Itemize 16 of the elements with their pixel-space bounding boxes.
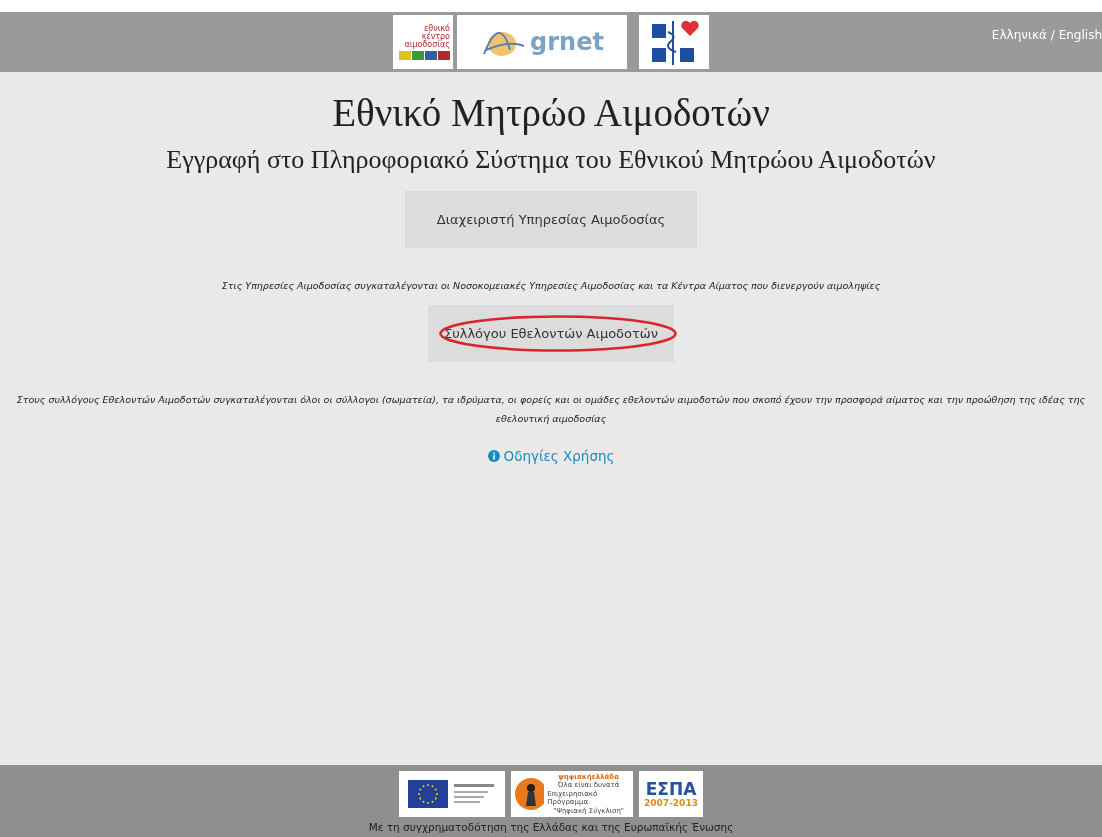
eu-flag-icon bbox=[408, 780, 496, 808]
registration-button[interactable]: Συλλόγου Εθελοντών Αιμοδοτών bbox=[428, 305, 674, 362]
logo-text: 2007-2013 bbox=[644, 798, 698, 808]
description-text: Στις Υπηρεσίες Αιμοδοσίας συγκαταλέγονται οι Νοσοκομειακές Υπηρεσίες Αιμοδοσίας και τα Κέντρα Αίματος που διενεργούν αιμοληψίες bbox=[221, 279, 881, 293]
cofunding-caption: Με τη συγχρηματοδότηση της Ελλάδας και της Ευρωπαϊκής Ένωσης bbox=[368, 821, 734, 833]
page-subtitle: Εγγραφή στο Πληροφοριακό Σύστημα του Εθνικού Μητρώου Αιμοδοτών bbox=[166, 145, 936, 175]
logo-text: grnet bbox=[530, 28, 604, 56]
logo-text: αιμοδοσίας bbox=[404, 40, 450, 49]
logo-text: κέντρο bbox=[421, 32, 450, 41]
color-squares-icon bbox=[399, 50, 450, 60]
logo-text: ΕΣΠΑ bbox=[645, 780, 697, 798]
registration-button[interactable]: Διαχειριστή Υπηρεσίας Αιμοδοσίας bbox=[404, 191, 698, 248]
logo-text: εθνικό bbox=[424, 24, 450, 33]
page-title: Εθνικό Μητρώο Αιμοδοτών bbox=[332, 90, 770, 135]
description-text: Στους συλλόγους Εθελοντών Αιμοδοτών συγκαταλέγονται όλοι οι σύλλογοι (σωματεία), τα ιδρύματα, οι φορείς και οι ομάδες εθελοντών αιμοδοτών που σκοπό έχουν την προσφορά αίματος και την προώθηση της ιδέας της εθελοντική αιμοδοσίας bbox=[15, 393, 1087, 426]
info-icon bbox=[487, 450, 500, 462]
